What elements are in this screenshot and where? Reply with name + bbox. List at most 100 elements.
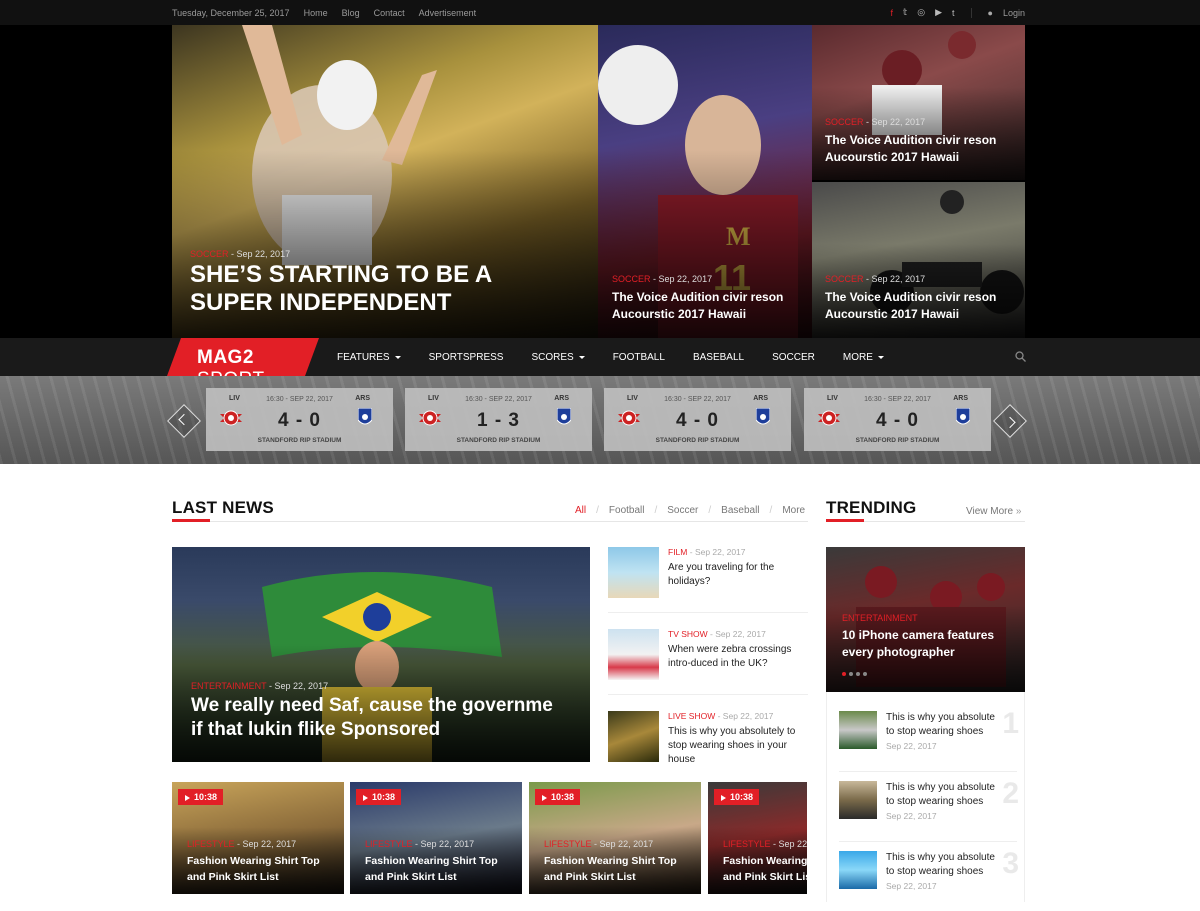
video-article[interactable]: 10:38 LIFESTYLE - Sep 22, 2017 Fashion W… xyxy=(529,782,701,894)
divider xyxy=(970,7,972,18)
hero-mid-article[interactable]: M 11 SOCCER - Sep 22, 2017 The Voice Aud… xyxy=(598,25,812,338)
filter-baseball[interactable]: Baseball xyxy=(721,505,759,516)
video-title[interactable]: Fashion Wearing Shirt Top and Pink Skirt … xyxy=(365,853,498,885)
date-label: - Sep 22, 2017 xyxy=(866,117,926,127)
trending-title[interactable]: This is why you absolute to stop wearing… xyxy=(886,711,1004,739)
top-link-advertisement[interactable]: Advertisement xyxy=(419,8,477,18)
news-title[interactable]: This is why you absolutely to stop weari… xyxy=(668,725,810,767)
match-datetime: 16:30 - SEP 22, 2017 xyxy=(465,396,532,403)
nav-item-football[interactable]: FOOTBALL xyxy=(613,352,665,363)
stadium-name: STANDFORD RIP STADIUM xyxy=(257,437,342,444)
news-list-item[interactable]: TV SHOW - Sep 22, 2017 When were zebra c… xyxy=(608,629,808,701)
caret-down-icon xyxy=(394,356,401,359)
login-link[interactable]: Login xyxy=(1003,8,1025,18)
date-label: - Sep 22, 2017 xyxy=(866,274,926,284)
trending-title[interactable]: This is why you absolute to stop wearing… xyxy=(886,781,1004,809)
trending-featured-title[interactable]: 10 iPhone camera features every photograp… xyxy=(842,627,994,661)
news-list-item[interactable]: LIVE SHOW - Sep 22, 2017 This is why you… xyxy=(608,711,808,783)
video-article[interactable]: 10:38 LIFESTYLE - Sep 22, 2017 Fashion W… xyxy=(172,782,344,894)
trending-title[interactable]: This is why you absolute to stop wearing… xyxy=(886,851,1004,879)
hero-rt-title[interactable]: The Voice Audition civir reson Aucourstic… xyxy=(825,132,1025,166)
trending-rank: 2 xyxy=(1002,777,1019,810)
featured-news-title[interactable]: We really need Saf, cause the governme if… xyxy=(191,694,586,742)
carousel-dot[interactable] xyxy=(849,672,853,676)
top-link-blog[interactable]: Blog xyxy=(342,8,360,18)
news-list-item[interactable]: FILM - Sep 22, 2017 Are you traveling fo… xyxy=(608,547,808,619)
carousel-dot[interactable] xyxy=(863,672,867,676)
tumblr-icon[interactable]: t xyxy=(952,8,955,18)
youtube-icon[interactable]: ▶ xyxy=(935,7,942,18)
date-label: - Sep 22, 2017 xyxy=(710,629,766,639)
nav-item-sportspress[interactable]: SPORTSPRESS xyxy=(429,352,504,363)
category-label: FILM xyxy=(668,547,688,557)
category-label[interactable]: SOCCER xyxy=(825,274,864,284)
category-label: LIFESTYLE xyxy=(187,839,235,849)
top-link-home[interactable]: Home xyxy=(304,8,328,18)
nav-item-baseball[interactable]: BASEBALL xyxy=(693,352,744,363)
away-team-crest-icon xyxy=(756,408,770,425)
news-title[interactable]: When were zebra crossings intro-duced in… xyxy=(668,643,810,671)
category-label[interactable]: ENTERTAINMENT xyxy=(191,681,267,691)
hero-right-bottom-article[interactable]: SOCCER - Sep 22, 2017 The Voice Audition… xyxy=(812,182,1025,338)
nav-item-more[interactable]: MORE xyxy=(843,352,884,363)
category-label[interactable]: SOCCER xyxy=(190,249,229,259)
video-meta: LIFESTYLE - Sep 22, 2017 xyxy=(544,839,653,849)
filter-soccer[interactable]: Soccer xyxy=(667,505,698,516)
nav-item-soccer[interactable]: SOCCER xyxy=(772,352,815,363)
trending-item[interactable]: This is why you absolute to stop wearing… xyxy=(839,777,1019,842)
score-card[interactable]: LIV ARS 16:30 - SEP 22, 2017 1 - 3 STAND… xyxy=(405,388,592,451)
video-title[interactable]: Fashion Wearing Shirt Top and Pink Skirt … xyxy=(544,853,677,885)
featured-news-article[interactable]: ENTERTAINMENT - Sep 22, 2017 We really n… xyxy=(172,547,590,762)
hero-right-top-article[interactable]: SOCCER - Sep 22, 2017 The Voice Audition… xyxy=(812,25,1025,180)
trending-date: Sep 22, 2017 xyxy=(886,741,937,751)
heading-accent xyxy=(826,519,864,522)
caret-down-icon xyxy=(877,356,884,359)
news-meta: TV SHOW - Sep 22, 2017 xyxy=(668,629,766,639)
category-label: ENTERTAINMENT xyxy=(842,613,918,623)
hero-main-title[interactable]: SHE’S STARTING TO BE A SUPER INDEPENDENT xyxy=(190,261,492,317)
news-thumbnail xyxy=(608,547,659,598)
video-duration-badge: 10:38 xyxy=(535,789,581,805)
video-meta: LIFESTYLE - Sep 22, 2017 xyxy=(723,839,807,849)
video-title[interactable]: Fashion Wearing Sand Pink Skirt List xyxy=(723,853,807,885)
last-news-heading: LAST NEWS xyxy=(172,498,274,517)
nav-item-features[interactable]: FEATURES xyxy=(337,352,401,363)
news-meta: LIVE SHOW - Sep 22, 2017 xyxy=(668,711,773,721)
facebook-icon[interactable]: f xyxy=(891,8,894,18)
trending-thumbnail xyxy=(839,851,877,889)
carousel-dot[interactable] xyxy=(842,672,846,676)
trending-item[interactable]: This is why you absolute to stop wearing… xyxy=(839,847,1019,911)
news-title[interactable]: Are you traveling for the holidays? xyxy=(668,561,810,589)
date-label: - Sep 22, 2017 xyxy=(689,547,746,557)
filter-more[interactable]: More xyxy=(782,505,805,516)
score-card[interactable]: LIV ARS 16:30 - SEP 22, 2017 4 - 0 STAND… xyxy=(206,388,393,451)
trending-thumbnail xyxy=(839,781,877,819)
score-card[interactable]: LIV ARS 16:30 - SEP 22, 2017 4 - 0 STAND… xyxy=(804,388,991,451)
filter-football[interactable]: Football xyxy=(609,505,645,516)
hero-mid-title[interactable]: The Voice Audition civir reson Aucourstic… xyxy=(612,289,812,323)
date-label: - Sep 22, 2017 xyxy=(773,839,807,849)
score-card[interactable]: LIV ARS 16:30 - SEP 22, 2017 4 - 0 STAND… xyxy=(604,388,791,451)
twitter-icon[interactable]: 𝕥 xyxy=(903,7,907,18)
instagram-icon[interactable]: ◎ xyxy=(917,7,925,18)
video-article[interactable]: 10:38 LIFESTYLE - Sep 22, 2017 Fashion W… xyxy=(708,782,807,894)
date-label: - Sep 22, 2017 xyxy=(231,249,291,259)
carousel-dot[interactable] xyxy=(856,672,860,676)
caret-down-icon xyxy=(578,356,585,359)
hero-rb-title[interactable]: The Voice Audition civir reson Aucourstic… xyxy=(825,289,1025,323)
search-icon[interactable] xyxy=(1015,351,1026,362)
trending-featured-article[interactable]: ENTERTAINMENT 10 iPhone camera features e… xyxy=(826,547,1025,692)
trending-thumbnail xyxy=(839,711,877,749)
video-article[interactable]: 10:38 LIFESTYLE - Sep 22, 2017 Fashion W… xyxy=(350,782,522,894)
filter-all[interactable]: All xyxy=(575,505,586,516)
video-title[interactable]: Fashion Wearing Shirt Top and Pink Skirt … xyxy=(187,853,320,885)
site-logo[interactable]: MAG2 SPORT xyxy=(167,338,319,376)
trending-view-more-link[interactable]: View More » xyxy=(966,506,1021,517)
top-link-contact[interactable]: Contact xyxy=(374,8,405,18)
hero-main-article[interactable]: SOCCER - Sep 22, 2017 SHE’S STARTING TO … xyxy=(172,25,598,338)
nav-item-scores[interactable]: SCORES xyxy=(531,352,585,363)
category-label: LIFESTYLE xyxy=(365,839,413,849)
category-label[interactable]: SOCCER xyxy=(825,117,864,127)
category-label[interactable]: SOCCER xyxy=(612,274,651,284)
trending-item[interactable]: This is why you absolute to stop wearing… xyxy=(839,707,1019,772)
